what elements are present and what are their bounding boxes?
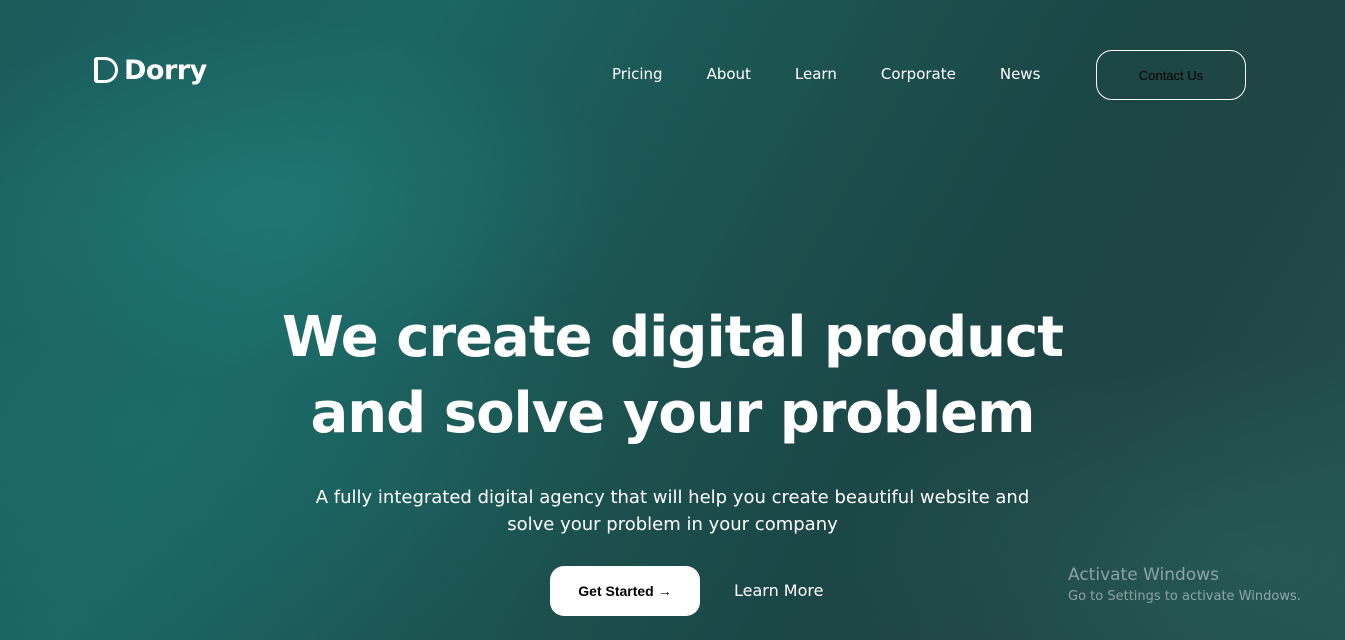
nav-item-about[interactable]: About xyxy=(707,64,751,84)
hero-subtitle-line-1: A fully integrated digital agency that w… xyxy=(315,487,1030,508)
watermark-title: Activate Windows xyxy=(1068,565,1219,585)
hero-title: We create digital product and solve your… xyxy=(0,300,1345,452)
hero-subtitle: A fully integrated digital agency that w… xyxy=(260,484,1085,538)
hero-subtitle-line-2: solve your problem in your company xyxy=(507,514,838,535)
nav-item-learn[interactable]: Learn xyxy=(795,64,837,84)
watermark-subtitle: Go to Settings to activate Windows. xyxy=(1068,589,1301,604)
d-logo-icon xyxy=(94,57,118,83)
hero-title-line-2: and solve your problem xyxy=(310,381,1036,446)
brand-logo[interactable]: Dorry xyxy=(94,52,207,88)
nav-item-pricing[interactable]: Pricing xyxy=(612,64,663,84)
get-started-label: Get Started xyxy=(578,583,654,599)
hero-title-line-1: We create digital product xyxy=(282,305,1064,370)
contact-us-button[interactable]: Contact Us xyxy=(1096,50,1246,100)
nav-item-corporate[interactable]: Corporate xyxy=(881,64,956,84)
learn-more-link[interactable]: Learn More xyxy=(734,581,823,601)
windows-activation-watermark: Activate Windows Go to Settings to activ… xyxy=(1068,564,1301,608)
get-started-button[interactable]: Get Started → xyxy=(550,566,700,616)
main-nav: Pricing About Learn Corporate News xyxy=(612,64,1040,84)
nav-item-news[interactable]: News xyxy=(1000,64,1041,84)
arrow-right-icon: → xyxy=(657,583,672,599)
brand-name: Dorry xyxy=(124,54,207,86)
